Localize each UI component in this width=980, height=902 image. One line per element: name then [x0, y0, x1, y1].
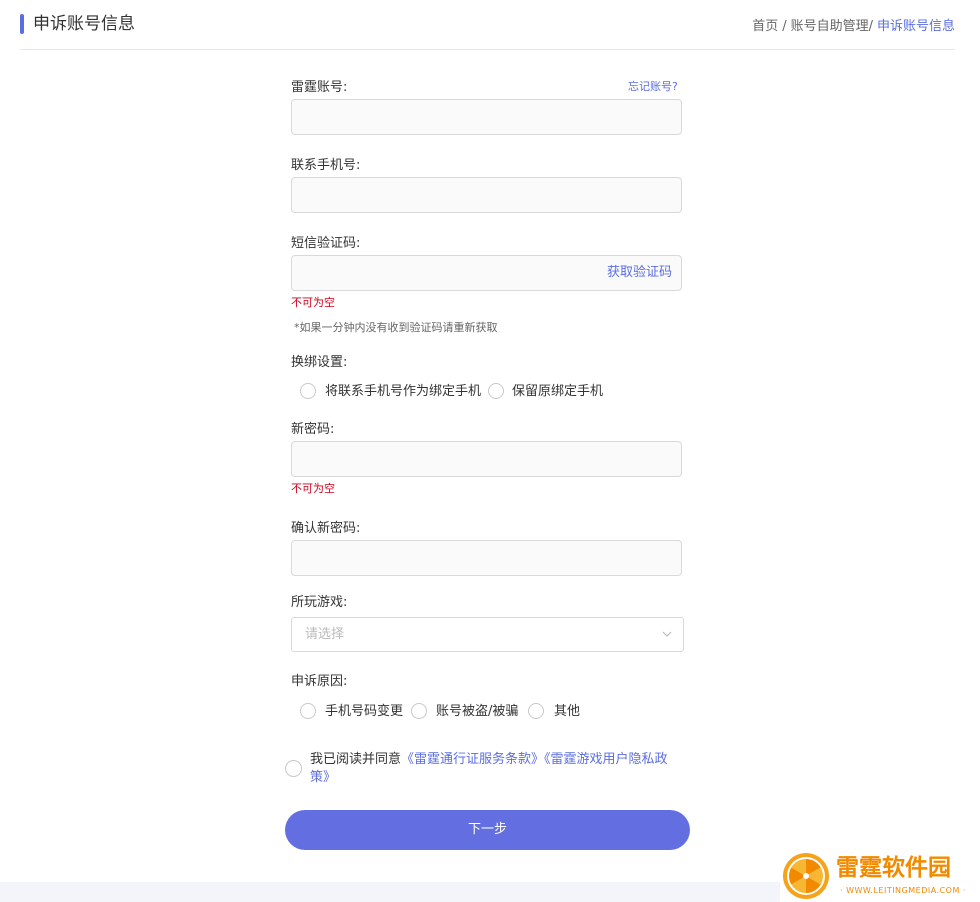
- watermark: 雷霆软件园 · WWW.LEITINGMEDIA.COM ·: [780, 850, 980, 902]
- agree-checkbox[interactable]: [285, 760, 302, 777]
- reason-option-1-label[interactable]: 手机号码变更: [325, 703, 403, 721]
- agreement-text: 我已阅读并同意《雷霆通行证服务条款》《雷霆游戏用户隐私政策》: [310, 751, 680, 787]
- breadcrumb: 首页 / 账号自助管理/申诉账号信息: [752, 17, 955, 37]
- reason-option-3-radio[interactable]: [528, 703, 544, 719]
- reason-option-3-label[interactable]: 其他: [554, 703, 580, 721]
- sms-code-label: 短信验证码:: [291, 236, 361, 251]
- account-input[interactable]: [291, 99, 682, 135]
- rebind-label: 换绑设置:: [291, 355, 348, 370]
- sms-code-input[interactable]: 获取验证码: [291, 255, 682, 291]
- account-label: 雷霆账号:: [291, 80, 348, 95]
- watermark-text: 雷霆软件园: [836, 855, 951, 881]
- forgot-account-link[interactable]: 忘记账号?: [628, 80, 678, 94]
- reason-option-1-radio[interactable]: [300, 703, 316, 719]
- orange-slice-logo-icon: [783, 853, 829, 899]
- sms-error-text: 不可为空: [291, 296, 335, 309]
- watermark-url: · WWW.LEITINGMEDIA.COM ·: [840, 886, 966, 895]
- game-select[interactable]: 请选择: [291, 617, 684, 652]
- new-password-input[interactable]: [291, 441, 682, 477]
- new-password-label: 新密码:: [291, 422, 335, 437]
- phone-label: 联系手机号:: [291, 158, 361, 173]
- game-select-placeholder: 请选择: [305, 627, 345, 642]
- page-title: 申诉账号信息: [33, 14, 135, 34]
- reason-option-2-radio[interactable]: [411, 703, 427, 719]
- rebind-option-2-label[interactable]: 保留原绑定手机: [512, 383, 603, 401]
- breadcrumb-home[interactable]: 首页: [752, 19, 778, 34]
- game-label: 所玩游戏:: [291, 595, 348, 610]
- confirm-password-label: 确认新密码:: [291, 521, 361, 536]
- next-step-button[interactable]: 下一步: [285, 810, 690, 850]
- chevron-down-icon: [662, 631, 672, 637]
- phone-input[interactable]: [291, 177, 682, 213]
- page-header: 申诉账号信息 首页 / 账号自助管理/申诉账号信息: [20, 12, 955, 50]
- breadcrumb-current: 申诉账号信息: [876, 19, 955, 34]
- new-password-error-text: 不可为空: [291, 482, 335, 495]
- reason-label: 申诉原因:: [291, 674, 348, 689]
- agreement-prefix: 我已阅读并同意: [310, 752, 402, 767]
- confirm-password-input[interactable]: [291, 540, 682, 576]
- breadcrumb-separator: /: [782, 19, 787, 34]
- sms-hint-text: *如果一分钟内没有收到验证码请重新获取: [294, 321, 498, 334]
- reason-option-2-label[interactable]: 账号被盗/被骗: [436, 703, 518, 721]
- terms-link[interactable]: 《雷霆通行证服务条款》: [401, 752, 544, 767]
- title-accent-bar: [20, 14, 24, 34]
- breadcrumb-parent[interactable]: 账号自助管理/: [791, 19, 873, 34]
- rebind-option-1-radio[interactable]: [300, 383, 316, 399]
- rebind-option-2-radio[interactable]: [488, 383, 504, 399]
- rebind-option-1-label[interactable]: 将联系手机号作为绑定手机: [325, 383, 481, 401]
- get-code-button[interactable]: 获取验证码: [607, 265, 672, 281]
